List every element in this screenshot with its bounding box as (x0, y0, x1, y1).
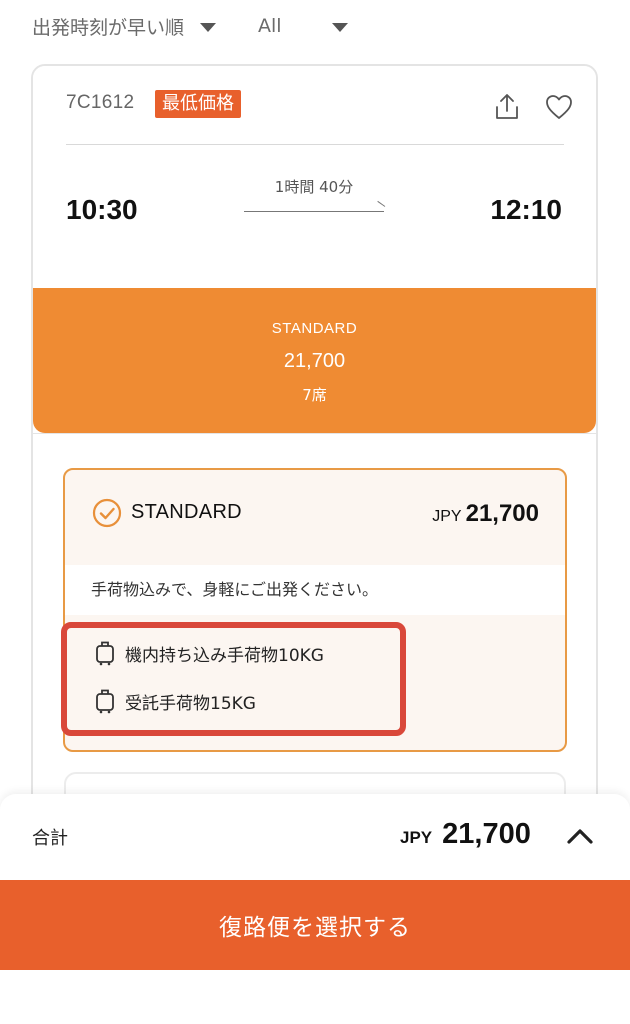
fare-tab-price: 21,700 (283, 350, 346, 372)
select-return-flight-button[interactable]: 復路便を選択する (0, 880, 630, 970)
lowest-price-badge: 最低価格 (155, 90, 241, 118)
departure-time: 10:30 (66, 194, 138, 225)
share-icon[interactable] (494, 93, 520, 121)
flight-duration: 1時間 40分 (274, 178, 354, 196)
card-divider (66, 144, 564, 145)
filter-bar: 出発時刻が早い順 All (32, 8, 348, 44)
check-circle-icon (92, 498, 122, 528)
fare-option-currency: JPY (432, 508, 462, 525)
fare-option-description: 手荷物込みで、身軽にご出発ください。 (65, 565, 565, 615)
fare-option-amount: 21,700 (465, 500, 539, 527)
suitcase-icon (96, 641, 114, 666)
total-summary: 合計 JPY 21,700 (0, 794, 630, 882)
heart-icon[interactable] (545, 94, 573, 120)
caret-down-icon (200, 22, 217, 32)
suitcase-icon (96, 689, 114, 714)
fare-option-price: JPY 21,700 (432, 500, 539, 528)
class-dropdown-label: All (258, 15, 282, 37)
total-label: 合計 (32, 828, 68, 849)
sort-dropdown-label: 出発時刻が早い順 (32, 16, 185, 39)
fare-tab-divider (33, 433, 596, 434)
flight-card: 7C1612 最低価格 10:30 1時間 40分 12:10 STANDARD… (31, 64, 598, 824)
fare-tab-name: STANDARD (271, 320, 358, 337)
fare-tab-seats: 7席 (302, 386, 327, 404)
duration-arrow (244, 211, 384, 212)
total-price: JPY 21,700 (400, 818, 531, 851)
caret-down-icon (331, 22, 348, 32)
class-dropdown[interactable]: All (258, 15, 348, 37)
baggage-item-label: 受託手荷物15KG (125, 693, 256, 714)
flight-number: 7C1612 (66, 92, 135, 113)
baggage-item-label: 機内持ち込み手荷物10KG (125, 645, 324, 666)
baggage-item-checked: 受託手荷物15KG (95, 688, 256, 714)
flight-summary: 7C1612 最低価格 10:30 1時間 40分 12:10 (33, 66, 596, 288)
fare-option-standard[interactable]: STANDARD JPY 21,700 手荷物込みで、身軽にご出発ください。 機内… (63, 468, 567, 752)
flight-select-page: 出発時刻が早い順 All 7C1612 最低価格 10:30 1時間 40分 1… (0, 0, 630, 1024)
arrival-time: 12:10 (490, 194, 562, 225)
baggage-item-carry-on: 機内持ち込み手荷物10KG (95, 640, 324, 666)
total-amount: 21,700 (442, 818, 531, 850)
chevron-up-icon[interactable] (566, 826, 594, 846)
total-currency: JPY (400, 828, 433, 847)
fare-tab-standard[interactable]: STANDARD 21,700 7席 (33, 288, 596, 433)
fare-option-name: STANDARD (131, 501, 242, 523)
sort-dropdown[interactable]: 出発時刻が早い順 (32, 13, 258, 40)
